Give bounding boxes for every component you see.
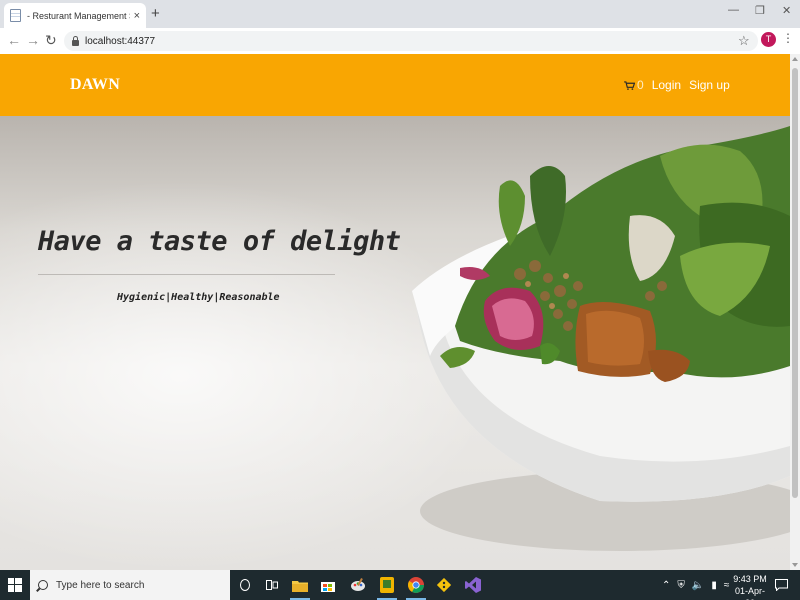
hero-subtitle: Hygienic|Healthy|Reasonable (117, 292, 280, 303)
navbar-actions: 0 Login Sign up (624, 78, 730, 92)
browser-menu-icon[interactable]: ⋮ (782, 31, 794, 45)
clock-date: 01-Apr-20 (734, 586, 765, 600)
restore-button[interactable]: ❐ (755, 4, 765, 17)
url-text: localhost:44377 (85, 35, 156, 47)
address-bar[interactable]: localhost:44377 (64, 31, 758, 51)
search-placeholder: Type here to search (56, 579, 145, 591)
windows-taskbar: Type here to search ⌃ ⛨ 🔈 ▮ ≈ 9:43 PM 01… (0, 570, 800, 600)
close-window-button[interactable]: ✕ (782, 4, 791, 17)
brand-logo[interactable]: DAWN (70, 76, 120, 94)
paint-icon[interactable] (348, 575, 368, 595)
taskbar-clock[interactable]: 9:43 PM 01-Apr-20 (733, 573, 767, 600)
battery-icon[interactable]: ▮ (711, 580, 717, 591)
hero-divider (38, 274, 335, 275)
security-icon[interactable]: ⛨ (677, 580, 685, 591)
visual-studio-icon[interactable] (463, 575, 483, 595)
scroll-up-arrow-icon[interactable] (792, 57, 798, 61)
cart-link[interactable]: 0 (624, 78, 644, 92)
reload-icon[interactable]: ↻ (45, 32, 57, 49)
hero-title: Have a taste of delight (38, 226, 401, 257)
new-tab-button[interactable]: + (151, 5, 160, 22)
tray-expand-icon[interactable]: ⌃ (662, 580, 670, 591)
clock-time: 9:43 PM (733, 574, 767, 584)
taskbar-search[interactable]: Type here to search (30, 570, 230, 600)
chrome-icon[interactable] (406, 575, 426, 600)
notifications-icon[interactable] (775, 578, 788, 596)
cart-icon (624, 80, 635, 90)
tab-title: - Resturant Management System (27, 10, 130, 21)
tab-close-icon[interactable]: × (134, 10, 140, 22)
browser-tab[interactable]: - Resturant Management System × (4, 3, 146, 28)
signup-link[interactable]: Sign up (689, 78, 730, 92)
start-button[interactable] (0, 570, 30, 600)
hero-banner: Have a taste of delight Hygienic|Healthy… (0, 116, 790, 570)
cart-count: 0 (637, 78, 644, 92)
windows-logo-icon (8, 578, 22, 592)
store-icon[interactable] (318, 575, 338, 595)
profile-avatar[interactable]: T (761, 32, 776, 47)
browser-toolbar: ← → ↻ localhost:44377 ☆ T ⋮ (0, 28, 800, 54)
app-icon[interactable] (377, 575, 397, 600)
scroll-down-arrow-icon[interactable] (792, 563, 798, 567)
system-tray: ⌃ ⛨ 🔈 ▮ ≈ (662, 570, 729, 600)
scrollbar-thumb[interactable] (792, 68, 798, 498)
file-explorer-icon[interactable] (290, 575, 310, 600)
login-link[interactable]: Login (652, 78, 681, 92)
volume-icon[interactable]: 🔈 (692, 580, 704, 591)
page-viewport: DAWN 0 Login Sign up Have a taste of del… (0, 54, 790, 570)
git-icon[interactable] (434, 575, 454, 595)
browser-tab-strip: - Resturant Management System × + — ❐ ✕ (0, 0, 800, 28)
wifi-icon[interactable]: ≈ (724, 580, 730, 591)
back-arrow-icon[interactable]: ← (7, 32, 21, 48)
cortana-icon[interactable] (235, 575, 255, 595)
search-icon (38, 580, 48, 590)
page-scrollbar[interactable] (790, 54, 800, 570)
salad-bowl-image (412, 126, 790, 551)
task-view-icon[interactable] (262, 575, 282, 595)
minimize-button[interactable]: — (728, 4, 739, 16)
bookmark-star-icon[interactable]: ☆ (738, 33, 750, 49)
forward-arrow-icon[interactable]: → (26, 32, 40, 48)
lock-icon (72, 35, 79, 46)
site-navbar: DAWN 0 Login Sign up (0, 54, 790, 116)
page-favicon-icon (10, 9, 21, 22)
